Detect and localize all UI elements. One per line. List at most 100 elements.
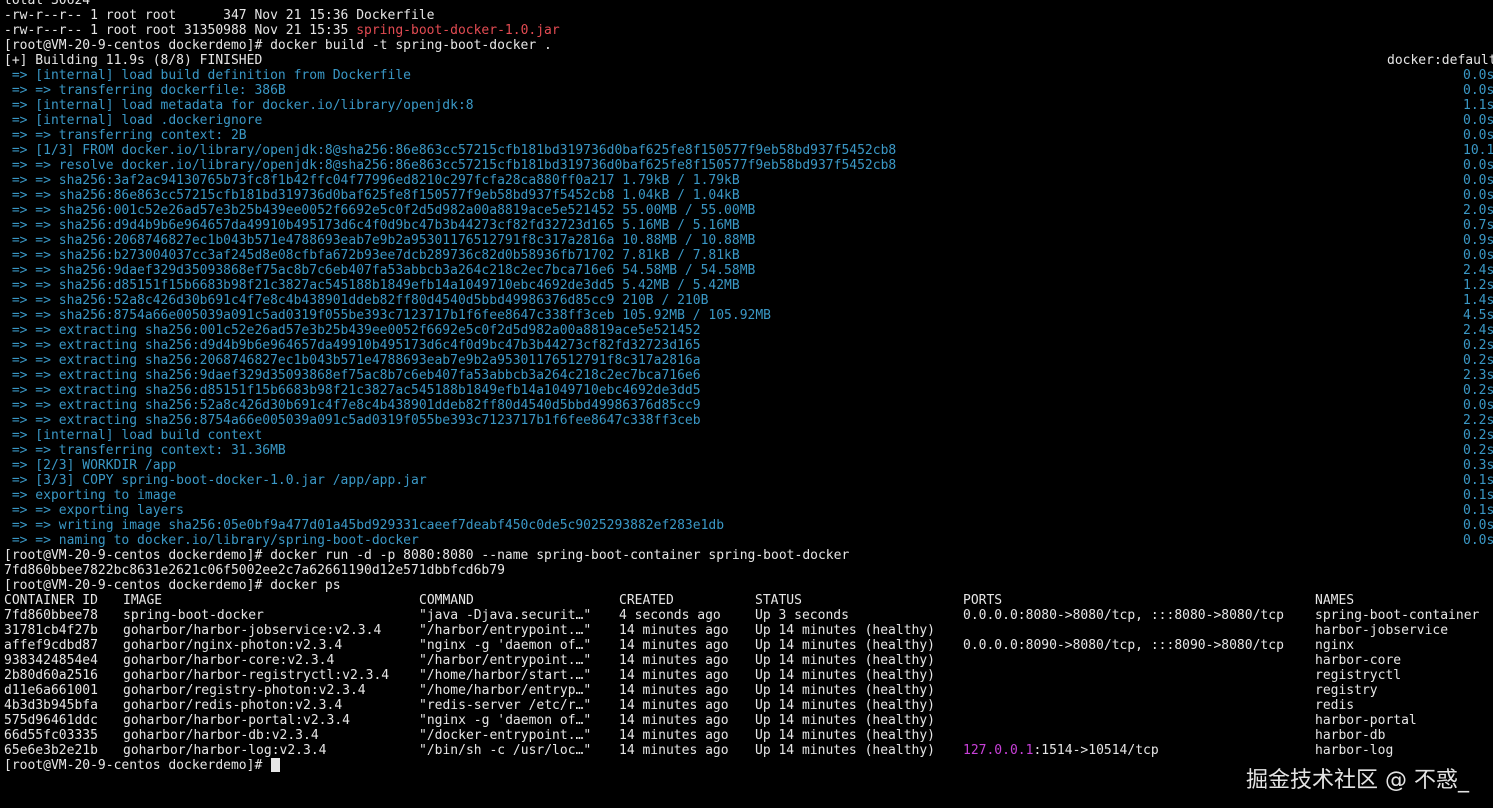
cell-container-id: 4b3d3b945bfa: [4, 698, 98, 713]
cell-container-id: 575d96461ddc: [4, 713, 98, 728]
build-step-line: => [internal] load build context 0.2s: [4, 428, 1493, 443]
cell-status: Up 14 minutes (healthy): [755, 743, 936, 758]
column-header-command: COMMAND: [419, 593, 474, 608]
cell-created: 4 seconds ago: [619, 608, 721, 623]
build-step-line: => => transferring dockerfile: 386B 0.0s: [4, 83, 1493, 98]
table-row: 575d96461ddc goharbor/harbor-portal:v2.3.…: [4, 713, 1493, 728]
build-step-duration: 2.4s: [1463, 323, 1493, 338]
cell-status: Up 14 minutes (healthy): [755, 638, 936, 653]
cell-created: 14 minutes ago: [619, 728, 729, 743]
table-row: 31781cb4f27b goharbor/harbor-jobservice:v…: [4, 623, 1493, 638]
build-step-line: => [internal] load .dockerignore 0.0s: [4, 113, 1493, 128]
build-step-duration: 0.0s: [1463, 83, 1493, 98]
build-step-line: => [2/3] WORKDIR /app 0.3s: [4, 458, 1493, 473]
build-step-line: => => writing image sha256:05e0bf9a477d0…: [4, 518, 1493, 533]
cell-ports: 0.0.0.0:8090->8080/tcp, :::8090->8080/tc…: [963, 638, 1284, 653]
cell-status: Up 14 minutes (healthy): [755, 728, 936, 743]
build-step-text: => => sha256:2068746827ec1b043b571e47886…: [4, 233, 756, 248]
build-step-duration: 0.9s: [1463, 233, 1493, 248]
output-text: [root@VM-20-9-centos dockerdemo]# docker…: [4, 38, 552, 53]
cell-names: harbor-log: [1315, 743, 1394, 758]
build-step-duration: 2.4s: [1463, 263, 1493, 278]
build-step-text: => => sha256:8754a66e005039a091c5ad0319f…: [4, 308, 772, 323]
cell-ports: 0.0.0.0:8080->8080/tcp, :::8080->8080/tc…: [963, 608, 1284, 623]
column-header-created: CREATED: [619, 593, 674, 608]
build-step-text: => => sha256:d85151f15b6683b98f21c3827ac…: [4, 278, 740, 293]
watermark: 掘金技术社区 @ 不惑_: [1246, 768, 1469, 793]
build-step-text: => => sha256:9daef329d35093868ef75ac8b7c…: [4, 263, 756, 278]
table-row: 66d55fc03335 goharbor/harbor-db:v2.3.4 "/d…: [4, 728, 1493, 743]
cell-image: spring-boot-docker: [123, 608, 264, 623]
build-step-text: => => transferring context: 2B: [4, 128, 247, 143]
cell-command: "/harbor/entrypoint.…": [419, 623, 592, 638]
build-step-text: => => transferring dockerfile: 386B: [4, 83, 286, 98]
build-step-text: => => extracting sha256:d85151f15b6683b9…: [4, 383, 701, 398]
build-step-line: => => naming to docker.io/library/spring…: [4, 533, 1493, 548]
cell-status: Up 14 minutes (healthy): [755, 698, 936, 713]
cell-created: 14 minutes ago: [619, 653, 729, 668]
build-step-duration: 0.0s: [1463, 533, 1493, 548]
build-step-line: => => sha256:d9d4b9b6e964657da49910b4951…: [4, 218, 1493, 233]
column-header-container-id: CONTAINER ID: [4, 593, 98, 608]
cell-status: Up 14 minutes (healthy): [755, 623, 936, 638]
build-step-line: => => extracting sha256:8754a66e005039a0…: [4, 413, 1493, 428]
cell-command: "/harbor/entrypoint.…": [419, 653, 592, 668]
cell-command: "redis-server /etc/r…": [419, 698, 592, 713]
cell-names: redis: [1315, 698, 1355, 713]
output-line: [root@VM-20-9-centos dockerdemo]# docker…: [4, 578, 1493, 593]
cell-created: 14 minutes ago: [619, 638, 729, 653]
build-step-text: => [3/3] COPY spring-boot-docker-1.0.jar…: [4, 473, 427, 488]
cell-container-id: affef9cdbd87: [4, 638, 98, 653]
build-step-line: => => extracting sha256:2068746827ec1b04…: [4, 353, 1493, 368]
build-step-duration: 0.0s: [1463, 113, 1493, 128]
terminal-window[interactable]: total 30624 -rw-r--r-- 1 root root 347 No…: [0, 0, 1493, 808]
cell-image: goharbor/harbor-log:v2.3.4: [123, 743, 327, 758]
build-step-duration: 0.1s: [1463, 473, 1493, 488]
cell-image: goharbor/harbor-portal:v2.3.4: [123, 713, 350, 728]
build-step-line: => => sha256:2068746827ec1b043b571e47886…: [4, 233, 1493, 248]
build-step-text: => => extracting sha256:2068746827ec1b04…: [4, 353, 701, 368]
build-step-line: => [internal] load build definition from…: [4, 68, 1493, 83]
build-step-line: => => extracting sha256:d9d4b9b6e964657d…: [4, 338, 1493, 353]
build-step-line: => => extracting sha256:52a8c426d30b691c…: [4, 398, 1493, 413]
cell-image: goharbor/registry-photon:v2.3.4: [123, 683, 366, 698]
build-step-text: => => sha256:3af2ac94130765b73fc8f1b42ff…: [4, 173, 740, 188]
build-step-text: => => writing image sha256:05e0bf9a477d0…: [4, 518, 725, 533]
build-step-text: => => naming to docker.io/library/spring…: [4, 533, 419, 548]
build-step-text: => => sha256:86e863cc57215cfb181bd319736…: [4, 188, 740, 203]
build-step-line: => => extracting sha256:d85151f15b6683b9…: [4, 383, 1493, 398]
cell-command: "/docker-entrypoint.…": [419, 728, 592, 743]
cell-container-id: 7fd860bbee78: [4, 608, 98, 623]
cell-created: 14 minutes ago: [619, 743, 729, 758]
cell-image: goharbor/nginx-photon:v2.3.4: [123, 638, 343, 653]
output-line: [root@VM-20-9-centos dockerdemo]# docker…: [4, 548, 1493, 563]
build-step-duration: 0.2s: [1463, 353, 1493, 368]
text-cursor[interactable]: [271, 758, 281, 772]
cell-container-id: 65e6e3b2e21b: [4, 743, 98, 758]
output-text: -rw-r--r-- 1 root root 31350988 Nov 21 1…: [4, 23, 357, 38]
cell-created: 14 minutes ago: [619, 683, 729, 698]
output-line: 7fd860bbee7822bc8631e2621c06f5002ee2c7a6…: [4, 563, 1493, 578]
build-step-line: => [1/3] FROM docker.io/library/openjdk:…: [4, 143, 1493, 158]
output-text: 7fd860bbee7822bc8631e2621c06f5002ee2c7a6…: [4, 563, 505, 578]
build-step-line: => => sha256:86e863cc57215cfb181bd319736…: [4, 188, 1493, 203]
build-step-duration: 0.0s: [1463, 518, 1493, 533]
build-step-duration: 0.0s: [1463, 398, 1493, 413]
build-step-line: => => resolve docker.io/library/openjdk:…: [4, 158, 1493, 173]
cell-container-id: 31781cb4f27b: [4, 623, 98, 638]
column-header-image: IMAGE: [123, 593, 163, 608]
build-step-duration: 0.0s: [1463, 158, 1493, 173]
cell-status: Up 3 seconds: [755, 608, 849, 623]
cell-ports: 127.0.0.1:1514->10514/tcp: [963, 743, 1159, 758]
build-step-text: => => exporting layers: [4, 503, 185, 518]
cell-names: spring-boot-container: [1315, 608, 1480, 623]
build-step-text: => => sha256:52a8c426d30b691c4f7e8c4b438…: [4, 293, 709, 308]
build-step-duration: 0.0s: [1463, 248, 1493, 263]
build-step-line: => => sha256:3af2ac94130765b73fc8f1b42ff…: [4, 173, 1493, 188]
cell-container-id: 66d55fc03335: [4, 728, 98, 743]
build-step-line: => => transferring context: 2B 0.0s: [4, 128, 1493, 143]
terminal-output: total 30624 -rw-r--r-- 1 root root 347 No…: [4, 0, 1493, 773]
cell-command: "java -Djava.securit…": [419, 608, 592, 623]
cell-names: registryctl: [1315, 668, 1402, 683]
build-step-duration: 2.0s: [1463, 203, 1493, 218]
